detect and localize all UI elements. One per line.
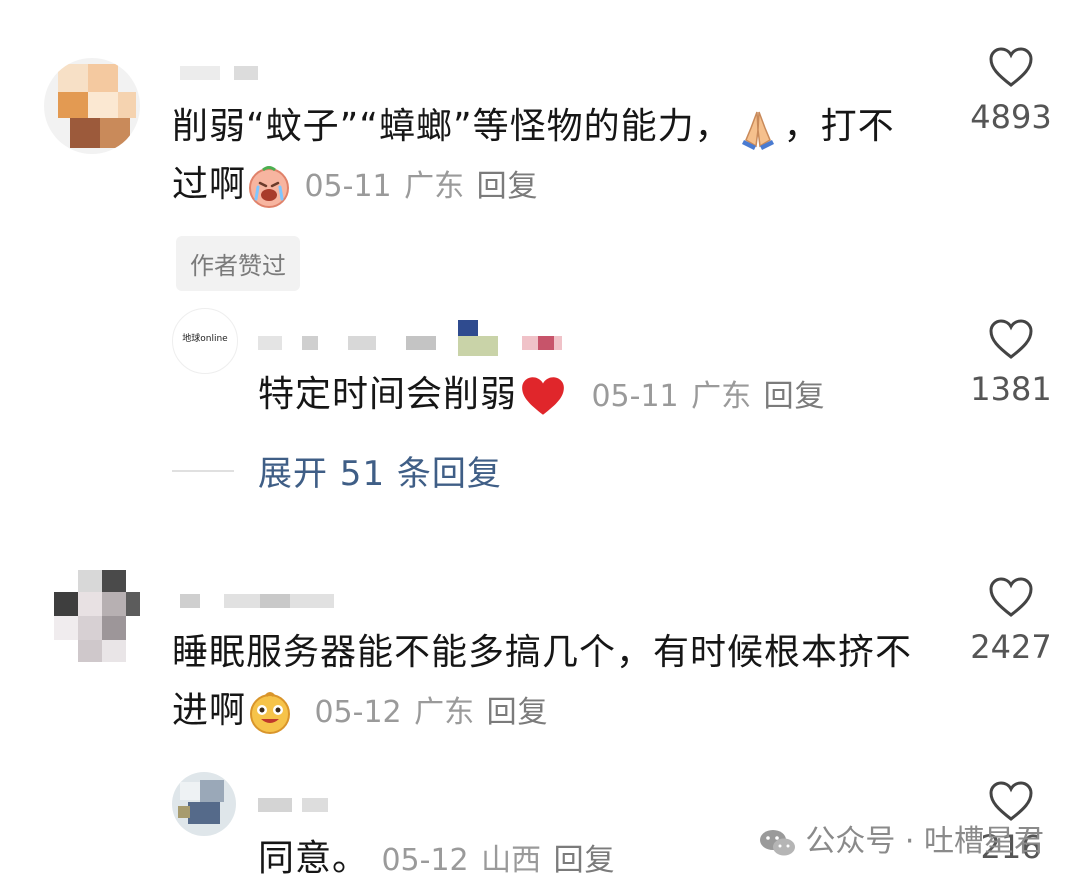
comment-text: 睡眠服务器能不能多搞几个，有时候根本挤不 进啊 05-12 广东 回复 bbox=[172, 624, 942, 742]
expand-replies-button[interactable]: 展开 51 条回复 bbox=[258, 446, 502, 495]
avatar[interactable]: 地球online bbox=[172, 308, 238, 374]
watermark: 公众号 · 吐槽星君 bbox=[759, 816, 1044, 860]
like-button[interactable]: 2427 bbox=[966, 576, 1056, 666]
comment-region: 广东 bbox=[404, 169, 465, 204]
username-blurred[interactable] bbox=[258, 320, 608, 356]
watermark-text: 公众号 · 吐槽星君 bbox=[805, 824, 1044, 859]
crying-face-emoji bbox=[246, 163, 292, 209]
comment-date: 05-12 bbox=[314, 695, 402, 730]
username-blurred[interactable] bbox=[258, 794, 338, 816]
folded-hands-emoji bbox=[736, 106, 780, 150]
comment-region: 山西 bbox=[481, 843, 542, 878]
author-liked-badge: 作者赞过 bbox=[176, 236, 300, 291]
like-count: 4893 bbox=[970, 98, 1052, 136]
comment-region: 广东 bbox=[414, 695, 475, 730]
like-count: 2427 bbox=[970, 628, 1052, 666]
avatar-label: 地球online bbox=[182, 334, 228, 344]
wechat-logo-icon bbox=[759, 828, 797, 858]
comment-date: 05-11 bbox=[591, 379, 679, 414]
avatar[interactable] bbox=[172, 772, 236, 836]
avatar[interactable] bbox=[44, 58, 140, 154]
heart-outline-icon[interactable] bbox=[988, 318, 1034, 360]
red-heart-emoji bbox=[519, 374, 567, 418]
heart-outline-icon[interactable] bbox=[988, 576, 1034, 618]
like-button[interactable]: 1381 bbox=[966, 318, 1056, 408]
reply-button[interactable]: 回复 bbox=[477, 169, 539, 204]
like-count: 1381 bbox=[970, 370, 1052, 408]
expand-divider bbox=[172, 470, 234, 472]
reply-button[interactable]: 回复 bbox=[487, 695, 549, 730]
username-blurred[interactable] bbox=[180, 590, 340, 612]
username-blurred[interactable] bbox=[180, 62, 270, 84]
comment-date: 05-12 bbox=[381, 843, 469, 878]
avatar[interactable] bbox=[44, 570, 140, 666]
comment-date: 05-11 bbox=[304, 169, 392, 204]
heart-outline-icon[interactable] bbox=[988, 46, 1034, 88]
reply-button[interactable]: 回复 bbox=[554, 843, 616, 878]
comment-text: 特定时间会削弱 05-11 广东 回复 bbox=[258, 366, 918, 426]
like-button[interactable]: 4893 bbox=[966, 46, 1056, 136]
comment-region: 广东 bbox=[691, 379, 752, 414]
comment-text: 削弱“蚊子”“蟑螂”等怪物的能力， ，打不 过啊 05-11 广东 回复 bbox=[172, 98, 952, 216]
grinning-face-emoji bbox=[246, 688, 294, 736]
reply-button[interactable]: 回复 bbox=[764, 379, 826, 414]
